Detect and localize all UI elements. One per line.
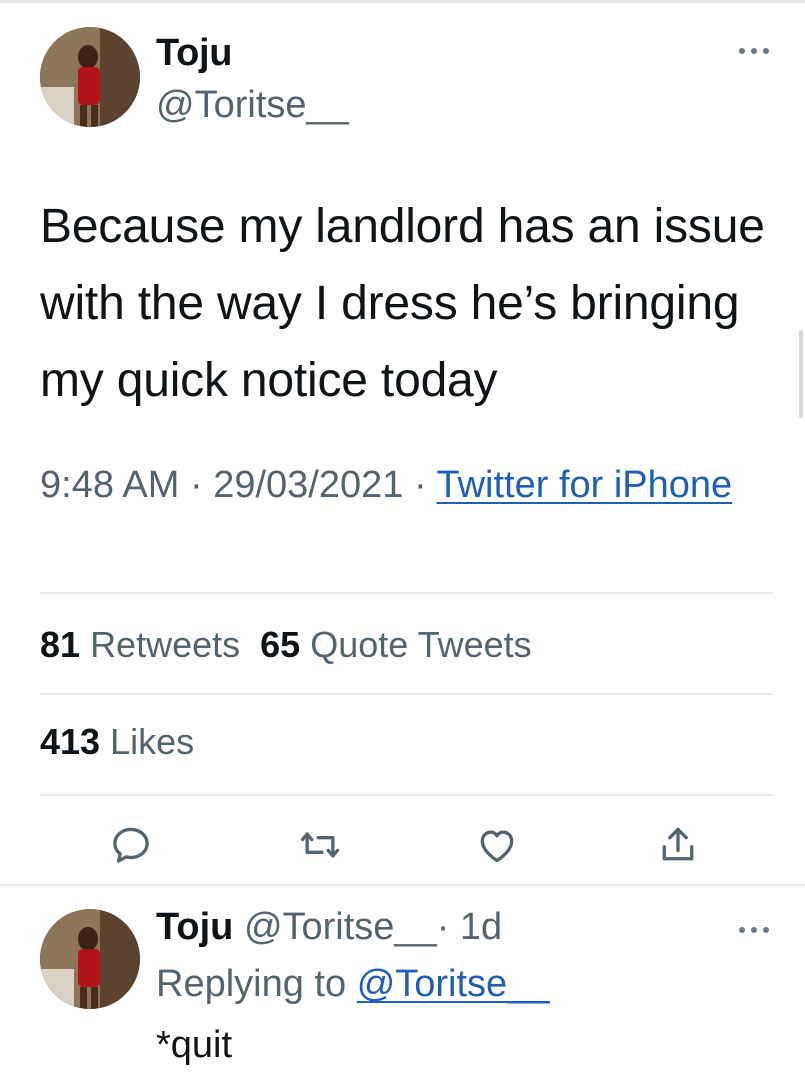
author-handle[interactable]: @Toritse__	[156, 84, 349, 127]
tweet-source-link[interactable]: Twitter for iPhone	[436, 464, 732, 506]
avatar-photo	[40, 909, 140, 1009]
separator: ·	[403, 464, 437, 506]
likes-stats: 413 Likes	[40, 721, 194, 763]
separator: ·	[179, 464, 214, 506]
replying-to-handle[interactable]: @Toritse__	[357, 963, 550, 1005]
author-avatar[interactable]	[40, 27, 140, 127]
reply-text: *quit	[156, 1024, 233, 1066]
share-icon[interactable]	[656, 823, 700, 867]
likes-label[interactable]: Likes	[110, 721, 194, 762]
tweet-time[interactable]: 9:48 AM	[40, 464, 179, 506]
divider	[40, 693, 773, 695]
like-icon[interactable]	[475, 823, 519, 867]
retweet-stats: 81 Retweets 65 Quote Tweets	[40, 624, 532, 666]
divider	[0, 884, 805, 886]
retweets-count[interactable]: 81	[40, 624, 80, 665]
tweet-date[interactable]: 29/03/2021	[213, 464, 403, 506]
divider	[40, 794, 773, 796]
reply-time-ago[interactable]: · 1d	[437, 906, 502, 948]
reply-author-avatar[interactable]	[40, 909, 140, 1009]
reply-icon[interactable]	[109, 823, 153, 867]
author-name[interactable]: Toju	[156, 32, 232, 75]
divider	[40, 592, 773, 594]
tweet-timestamp: 9:48 AM · 29/03/2021 · Twitter for iPhon…	[40, 459, 770, 511]
reply-author-name[interactable]: Toju	[156, 906, 233, 948]
retweet-icon[interactable]	[298, 823, 342, 867]
likes-count[interactable]: 413	[40, 721, 100, 762]
top-divider	[0, 0, 805, 3]
replying-to-label: Replying to	[156, 963, 347, 1005]
quotes-label[interactable]: Quote Tweets	[310, 624, 531, 665]
more-horizontal-icon[interactable]	[739, 925, 773, 935]
reply-header: Toju @Toritse__· 1d	[156, 906, 502, 949]
retweets-label[interactable]: Retweets	[90, 624, 240, 665]
reply-author-handle[interactable]: @Toritse__	[244, 906, 437, 948]
more-horizontal-icon[interactable]	[739, 46, 773, 56]
avatar-photo	[40, 27, 140, 127]
quotes-count[interactable]: 65	[260, 624, 300, 665]
replying-to: Replying to @Toritse__	[156, 963, 549, 1006]
scrollbar[interactable]	[799, 330, 803, 418]
tweet-text: Because my landlord has an issue with th…	[40, 200, 765, 407]
